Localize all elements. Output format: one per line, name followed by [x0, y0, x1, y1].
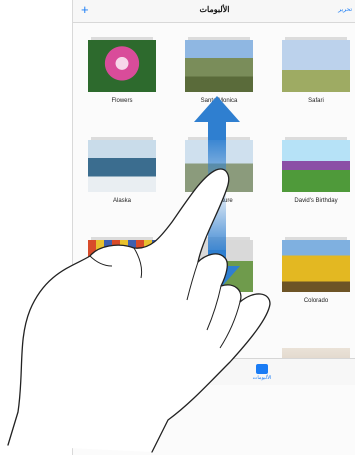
swipe-vertical-hand-icon: [7, 96, 271, 453]
